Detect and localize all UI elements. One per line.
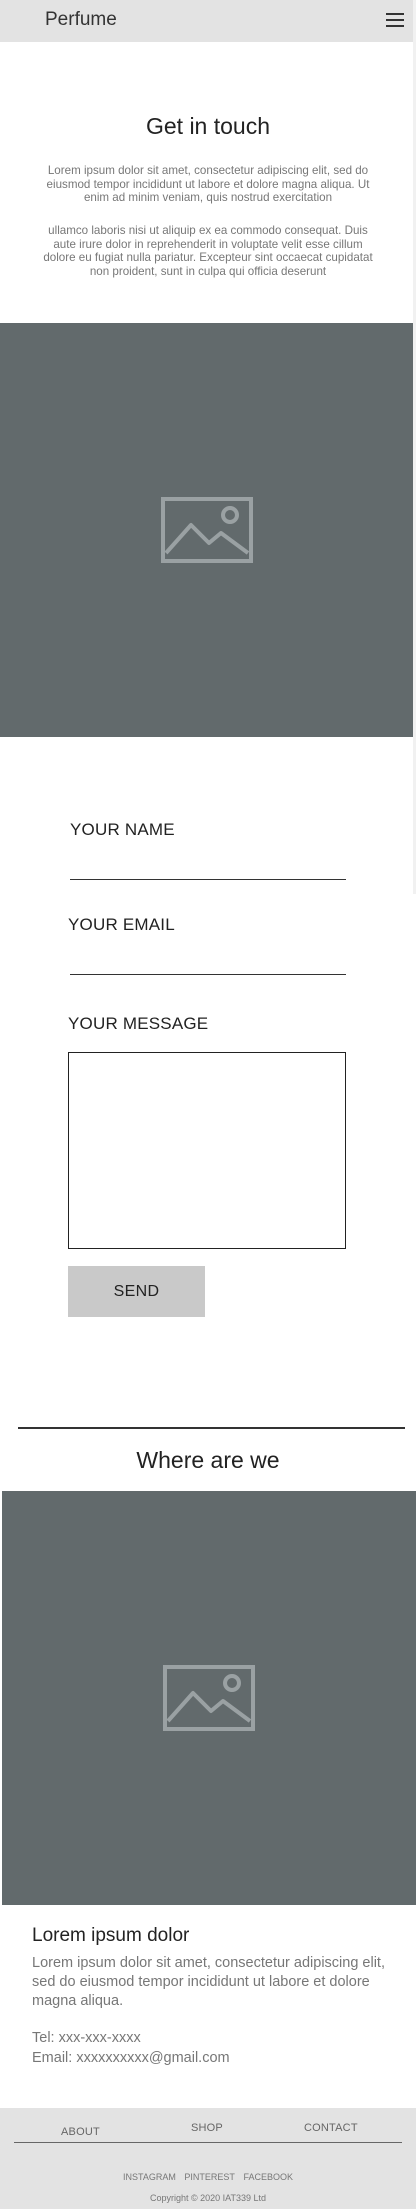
hamburger-line	[386, 25, 404, 27]
hamburger-line	[386, 19, 404, 21]
top-header: Perfume	[0, 0, 416, 42]
intro-paragraph-1: Lorem ipsum dolor sit amet, consectetur …	[46, 164, 370, 205]
info-email: Email: xxxxxxxxxx@gmail.com	[32, 2050, 230, 2066]
social-link-pinterest[interactable]: PINTEREST	[184, 2172, 235, 2182]
footer-copyright: Copyright © 2020 IAT339 Ltd	[149, 2193, 267, 2203]
footer: ABOUT SHOP CONTACT INSTAGRAM PINTEREST F…	[0, 2108, 416, 2209]
footer-link-shop[interactable]: SHOP	[191, 2122, 223, 2134]
social-link-instagram[interactable]: INSTAGRAM	[123, 2172, 176, 2182]
social-link-facebook[interactable]: FACEBOOK	[243, 2172, 293, 2182]
name-input[interactable]	[70, 858, 346, 880]
message-textarea[interactable]	[68, 1052, 346, 1249]
info-tel: Tel: xxx-xxx-xxxx	[32, 2030, 141, 2046]
message-label: YOUR MESSAGE	[68, 1014, 209, 1033]
footer-divider	[14, 2142, 402, 2143]
image-icon	[160, 497, 253, 563]
intro-paragraph-2: ullamco laboris nisi ut aliquip ex ea co…	[43, 224, 373, 278]
hamburger-menu-icon[interactable]	[386, 13, 404, 27]
hamburger-line	[386, 13, 404, 15]
map-image-placeholder	[2, 1491, 416, 1905]
brand-logo[interactable]: Perfume	[45, 9, 117, 31]
get-in-touch-title: Get in touch	[145, 113, 271, 139]
footer-link-about[interactable]: ABOUT	[61, 2126, 100, 2138]
footer-link-contact[interactable]: CONTACT	[304, 2122, 358, 2134]
email-input[interactable]	[70, 953, 346, 975]
image-icon	[163, 1665, 255, 1731]
send-button[interactable]: SEND	[68, 1266, 205, 1317]
hero-image-placeholder	[0, 323, 413, 737]
name-label: YOUR NAME	[70, 820, 175, 839]
info-title: Lorem ipsum dolor	[32, 1925, 190, 1946]
section-divider	[18, 1427, 405, 1429]
where-are-we-title: Where are we	[136, 1447, 280, 1473]
info-text: Lorem ipsum dolor sit amet, consectetur …	[32, 1955, 385, 2009]
footer-social-links: INSTAGRAM PINTEREST FACEBOOK	[0, 2172, 416, 2182]
email-label: YOUR EMAIL	[68, 915, 175, 934]
